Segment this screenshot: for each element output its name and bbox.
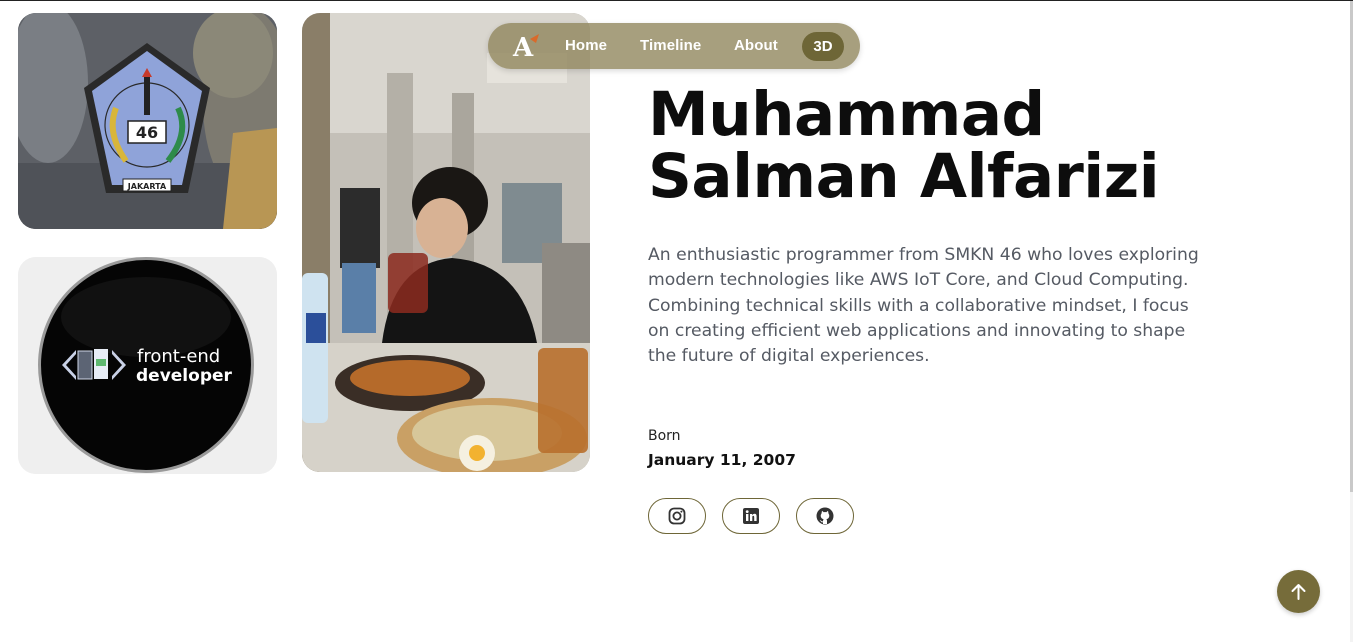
profile-photo-image <box>302 13 590 472</box>
name-line-2: Salman Alfarizi <box>648 141 1160 212</box>
born-label: Born <box>648 428 681 444</box>
school-image-card: 46 JAKARTA <box>18 13 277 229</box>
nav-about[interactable]: About <box>734 37 778 54</box>
scroll-to-top-button[interactable] <box>1277 570 1320 613</box>
nav-3d-active[interactable]: 3D <box>802 32 844 61</box>
name-line-1: Muhammad <box>648 79 1045 150</box>
nav-timeline[interactable]: Timeline <box>640 37 701 54</box>
bio-line: on creating efficient web applications a… <box>648 320 1186 341</box>
badge-line1: front-end <box>137 346 220 367</box>
school-number: 46 <box>136 123 158 142</box>
page-title: Muhammad Salman Alfarizi <box>648 84 1208 208</box>
bio-line: Combining technical skills with a collab… <box>648 295 1189 316</box>
bio-line: the future of digital experiences. <box>648 346 930 367</box>
github-button[interactable] <box>796 498 854 534</box>
bio-paragraph: An enthusiastic programmer from SMKN 46 … <box>648 243 1228 369</box>
instagram-icon <box>668 507 686 525</box>
linkedin-button[interactable] <box>722 498 780 534</box>
top-navbar: A Home Timeline About 3D <box>488 23 860 69</box>
born-date: January 11, 2007 <box>648 451 796 469</box>
badge-card: front-end developer <box>18 257 277 474</box>
nav-home[interactable]: Home <box>565 37 607 54</box>
badge-line2: developer <box>136 366 233 386</box>
logo-icon[interactable]: A <box>510 31 542 63</box>
top-border <box>0 0 1353 1</box>
bio-line: An enthusiastic programmer from SMKN 46 … <box>648 245 1199 265</box>
instagram-button[interactable] <box>648 498 706 534</box>
school-emblem-image: 46 JAKARTA <box>18 13 277 229</box>
github-icon <box>816 507 834 525</box>
linkedin-icon <box>743 508 759 524</box>
profile-photo <box>302 13 590 472</box>
frontend-badge: front-end developer <box>18 257 277 474</box>
arrow-up-icon <box>1291 584 1306 600</box>
svg-text:A: A <box>512 33 534 61</box>
bio-line: modern technologies like AWS IoT Core, a… <box>648 270 1189 291</box>
school-city: JAKARTA <box>127 182 167 191</box>
